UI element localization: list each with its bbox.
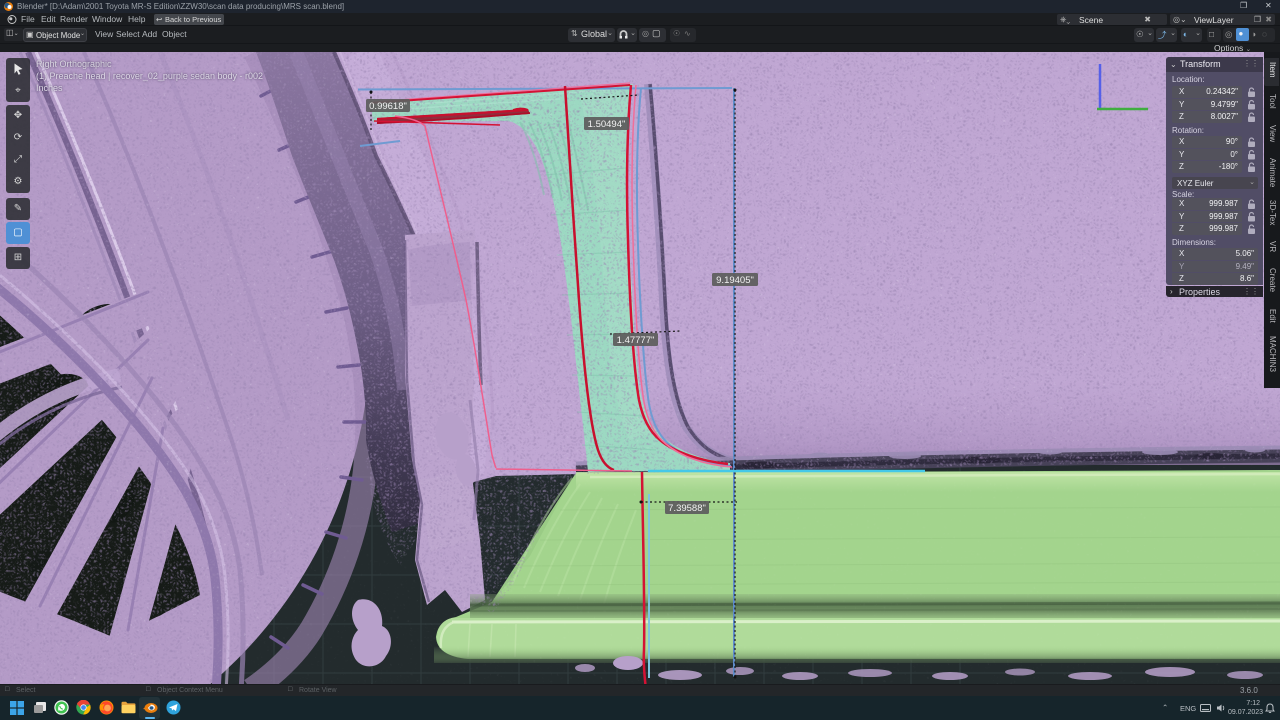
svg-text:1.47777": 1.47777"	[617, 335, 655, 346]
svg-text:7.39588": 7.39588"	[668, 503, 706, 514]
svg-text:1.50494": 1.50494"	[588, 119, 626, 130]
svg-text:0.99618": 0.99618"	[369, 101, 407, 112]
svg-text:9.19405": 9.19405"	[716, 275, 754, 286]
